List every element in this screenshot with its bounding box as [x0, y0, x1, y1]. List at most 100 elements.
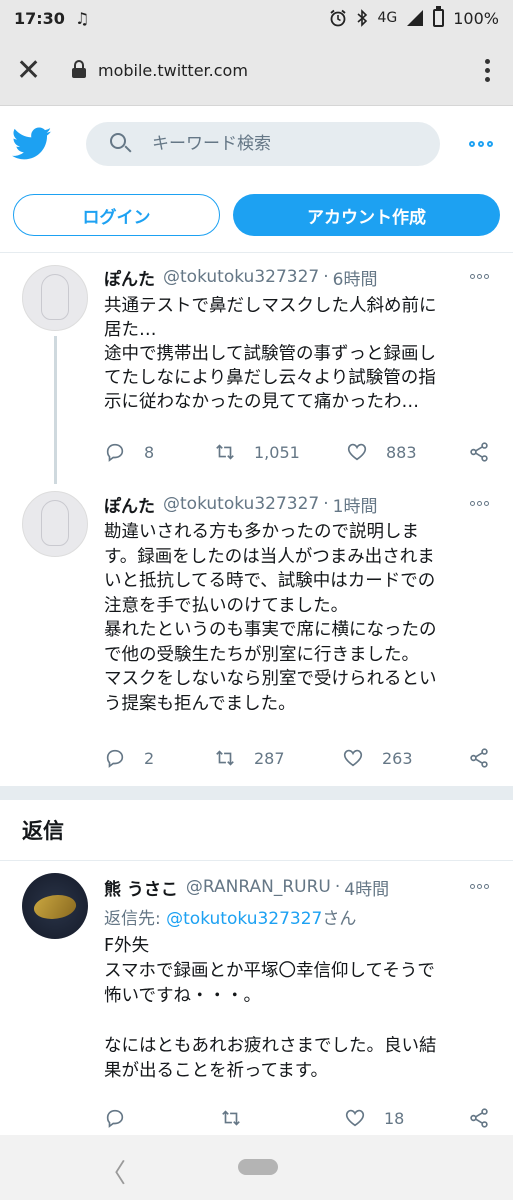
tweet-line: マスクをしないなら別室で受けられるとい	[104, 669, 437, 689]
tweet-more-icon[interactable]	[470, 884, 489, 889]
avatar[interactable]	[22, 265, 88, 331]
network-type: 4G	[377, 10, 398, 26]
twitter-bird-icon[interactable]	[12, 127, 52, 161]
more-vert-icon[interactable]	[477, 59, 497, 82]
separator: ·	[323, 267, 329, 287]
user-handle[interactable]: @tokutoku327327	[163, 267, 319, 287]
tweet-actions: 8 1,051 883	[104, 437, 496, 467]
tweet-line: 居た…	[104, 320, 157, 340]
user-handle[interactable]: @tokutoku327327	[163, 494, 319, 514]
status-icons: 4G 100%	[329, 6, 499, 28]
tweet-line: スマホで録画とか平塚〇幸信仰してそうで	[104, 961, 435, 981]
share-icon	[470, 442, 488, 462]
replying-to: 返信先: @tokutoku327327さん	[104, 904, 356, 929]
search-input[interactable]	[152, 134, 412, 154]
reply-icon	[106, 1109, 124, 1128]
retweet-action[interactable]	[220, 1103, 242, 1133]
search-icon	[110, 133, 132, 155]
bluetooth-icon	[357, 9, 368, 27]
auth-buttons: ログイン アカウント作成	[0, 194, 513, 236]
tweet-line: 勘違いされる方も多かったので説明しま	[104, 522, 419, 542]
tweet-line: 果が出ることを祈ってます。	[104, 1061, 328, 1081]
tweet-line: てたしなにより鼻だし云々より試験管の指	[104, 368, 436, 388]
like-action[interactable]: 18	[344, 1103, 404, 1133]
share-action[interactable]	[468, 437, 490, 467]
like-count: 883	[386, 442, 417, 462]
replying-to-link[interactable]: @tokutoku327327	[166, 909, 322, 929]
display-name[interactable]: 熊 うさこ	[104, 875, 178, 900]
like-icon	[345, 1109, 365, 1127]
tweet-line: 注意を手で払いのけてました。	[104, 595, 349, 616]
reply-action[interactable]: 8	[104, 437, 154, 467]
browser-toolbar: ✕ mobile.twitter.com	[0, 36, 513, 106]
search-box[interactable]	[86, 122, 440, 166]
retweet-icon	[216, 750, 234, 766]
divider	[0, 252, 513, 253]
tweet-line: う提案も拒んでました。	[104, 693, 296, 714]
lock-icon	[72, 59, 86, 78]
tweet-line: なにはともあれお疲れさまでした。良い結	[104, 1036, 437, 1056]
section-separator	[0, 786, 513, 800]
display-name[interactable]: ぽんた	[104, 265, 155, 290]
user-handle[interactable]: @RANRAN_RURU	[186, 877, 331, 897]
avatar[interactable]	[22, 491, 88, 557]
like-action[interactable]: 883	[346, 437, 417, 467]
retweet-count: 287	[254, 748, 285, 768]
tweet-text: 共通テストで鼻だしマスクした人斜め前に 居た… 途中で携帯出して試験管の事ずっと…	[104, 294, 496, 414]
tweet-line: 示に従わなかったの見てて痛かったわ…	[104, 392, 419, 412]
like-count: 263	[382, 748, 413, 768]
nav-home-icon[interactable]	[238, 1159, 278, 1175]
reply-icon	[106, 443, 124, 462]
tweet-line: いと抵抗してる時で、試験中はカードでの	[104, 571, 436, 591]
replying-to-suffix: さん	[322, 909, 357, 929]
tweet-text: F外失 スマホで録画とか平塚〇幸信仰してそうで 怖いですね・・・。 なにはともあ…	[104, 934, 496, 1084]
tweet-line: 共通テストで鼻だしマスクした人斜め前に	[104, 296, 437, 316]
share-action[interactable]	[468, 1103, 490, 1133]
twitter-header	[0, 108, 513, 180]
separator: ·	[334, 877, 341, 897]
signup-button[interactable]: アカウント作成	[233, 194, 500, 236]
tweet-line	[104, 1009, 496, 1034]
login-button[interactable]: ログイン	[13, 194, 220, 236]
reply-action[interactable]: 2	[104, 743, 154, 773]
like-action[interactable]: 263	[342, 743, 413, 773]
replying-to-prefix: 返信先:	[104, 909, 167, 929]
retweet-count: 1,051	[254, 442, 300, 462]
url-text[interactable]: mobile.twitter.com	[98, 61, 248, 80]
avatar[interactable]	[22, 873, 88, 939]
retweet-action[interactable]: 1,051	[214, 437, 300, 467]
reply-count: 2	[144, 748, 155, 768]
timestamp[interactable]: 1時間	[333, 492, 378, 517]
replies-heading: 返信	[22, 819, 64, 843]
timestamp[interactable]: 6時間	[333, 265, 378, 290]
retweet-action[interactable]: 287	[214, 743, 285, 773]
more-horizontal-icon[interactable]	[469, 141, 493, 147]
tweet-line: F外失	[104, 936, 150, 956]
tweet-line: 暴れたというのも事実で席に横になったの	[104, 620, 437, 640]
close-icon[interactable]: ✕	[16, 55, 52, 86]
signal-icon	[407, 10, 424, 26]
tweet-text: 勘違いされる方も多かったので説明しま す。録画をしたのは当人がつまみ出されま い…	[104, 520, 496, 716]
alarm-icon	[330, 9, 347, 27]
share-action[interactable]	[468, 743, 490, 773]
tweet-line: 途中で携帯出して試験管の事ずっと録画し	[104, 344, 436, 364]
like-icon	[347, 443, 367, 461]
status-bar: 17:30 ♫ 4G 100%	[0, 0, 513, 36]
display-name[interactable]: ぽんた	[104, 492, 155, 517]
reply-count: 8	[144, 442, 155, 462]
thread-line	[54, 336, 57, 484]
like-icon	[343, 749, 363, 767]
tweet-line: す。録画をしたのは当人がつまみ出されま	[104, 546, 435, 567]
tweet-more-icon[interactable]	[470, 274, 489, 279]
battery-icon	[433, 6, 445, 27]
like-count: 18	[384, 1108, 405, 1128]
nav-back-icon[interactable]: 〈	[100, 1153, 126, 1190]
battery-level: 100%	[453, 8, 499, 28]
reply-icon	[106, 749, 124, 768]
tweet-more-icon[interactable]	[470, 501, 489, 506]
share-icon	[470, 1108, 488, 1128]
tweet-line: で他の受験生たちが別室に行きました。	[104, 644, 419, 665]
timestamp[interactable]: 4時間	[344, 875, 389, 900]
reply-action[interactable]	[104, 1103, 126, 1133]
music-note-icon: ♫	[74, 8, 90, 28]
